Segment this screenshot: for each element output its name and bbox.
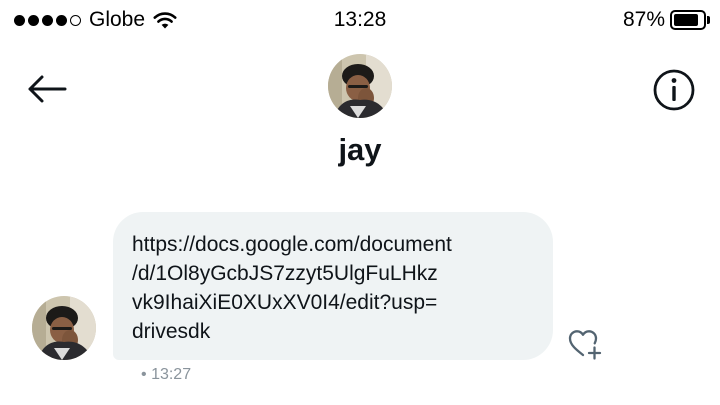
status-right: 87% [623, 6, 710, 34]
battery-body [670, 10, 706, 30]
battery-icon [670, 10, 710, 30]
message-link-line[interactable]: /d/1Ol8yGcbJS7zzyt5UlgFuLHkz [132, 259, 535, 288]
message-link-line[interactable]: https://docs.google.com/document [132, 230, 535, 259]
info-button[interactable] [650, 66, 698, 114]
contact-name: jay [338, 132, 382, 167]
message-link-line[interactable]: drivesdk [132, 317, 535, 346]
message-link-line[interactable]: vk9IhaiXiE0XUxXV0I4/edit?usp= [132, 288, 535, 317]
battery-fill [674, 14, 699, 26]
timestamp-time: 13:27 [151, 366, 192, 383]
add-reaction-button[interactable] [566, 326, 604, 360]
timestamp-bullet: • [141, 366, 147, 383]
battery-cap [707, 16, 710, 24]
heart-plus-icon [566, 326, 604, 360]
back-arrow-icon [26, 74, 68, 104]
contact-avatar[interactable] [328, 54, 392, 118]
status-time: 13:28 [333, 8, 387, 31]
battery-percent: 87% [622, 8, 665, 31]
status-bar: Globe 13:28 87% [0, 0, 720, 40]
back-button[interactable] [24, 66, 70, 112]
message-bubble[interactable]: https://docs.google.com/document /d/1Ol8… [113, 212, 553, 360]
message-timestamp: • 13:27 [141, 366, 191, 384]
info-icon [652, 68, 696, 112]
message-sender-avatar[interactable] [32, 296, 96, 360]
